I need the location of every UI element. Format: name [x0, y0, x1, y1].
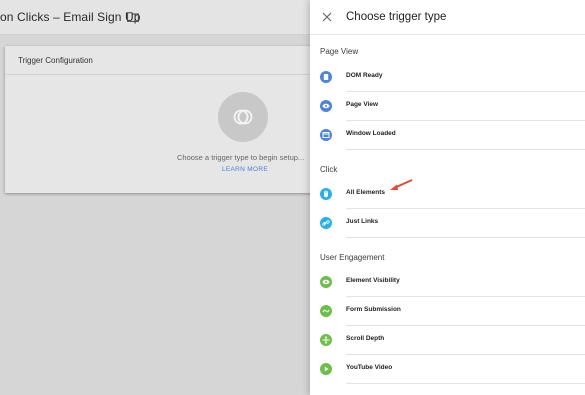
folder-icon[interactable] [127, 12, 139, 22]
trigger-configuration-card[interactable]: Trigger Configuration Choose a trigger t… [5, 46, 325, 193]
trigger-item-label: Page View [346, 101, 379, 108]
trigger-item-label: Scroll Depth [346, 335, 385, 342]
panel-title: Choose trigger type [346, 11, 447, 23]
card-divider [5, 74, 325, 75]
window-icon [320, 129, 332, 141]
trigger-item-all-elements[interactable]: All Elements [310, 180, 585, 209]
link-icon [320, 217, 332, 229]
page-title: on Clicks – Email Sign Up [0, 10, 141, 24]
annotation-arrow-icon [390, 179, 413, 190]
play-icon [320, 363, 332, 375]
page-header: on Clicks – Email Sign Up [0, 0, 310, 35]
trigger-item-label: Window Loaded [346, 130, 396, 137]
trigger-item-scroll-depth[interactable]: Scroll Depth [310, 326, 585, 355]
trigger-item-label: All Elements [346, 189, 386, 196]
close-icon[interactable] [322, 12, 332, 22]
eye-icon [320, 276, 332, 288]
trigger-item-window-loaded[interactable]: Window Loaded [310, 121, 585, 150]
card-title: Trigger Configuration [18, 56, 93, 65]
trigger-item-form-submission[interactable]: Form Submission [310, 297, 585, 326]
document-icon [320, 71, 332, 83]
trigger-item-label: Form Submission [346, 306, 401, 313]
trigger-item-dom-ready[interactable]: DOM Ready [310, 63, 585, 92]
trigger-item-page-view[interactable]: Page View [310, 92, 585, 121]
section-label-user-engagement: User Engagement [320, 253, 385, 262]
trigger-item-label: Just Links [346, 218, 379, 225]
trigger-item-just-links[interactable]: Just Links [310, 209, 585, 238]
section-label-page-view: Page View [320, 47, 359, 56]
trigger-item-label: Element Visibility [346, 277, 400, 284]
form-icon [320, 305, 332, 317]
section-label-click: Click [320, 165, 338, 174]
trigger-item-label: YouTube Video [346, 364, 393, 371]
trigger-item-label: DOM Ready [346, 72, 383, 79]
choose-trigger-panel: Choose trigger type Page View DOM Ready … [310, 0, 585, 395]
mouse-icon [320, 188, 332, 200]
panel-header: Choose trigger type [310, 0, 585, 35]
trigger-item-youtube-video[interactable]: YouTube Video [310, 355, 585, 384]
trigger-type-icon [233, 109, 253, 125]
trigger-item-element-visibility[interactable]: Element Visibility [310, 268, 585, 297]
scroll-icon [320, 334, 332, 346]
choose-trigger-hint: Choose a trigger type to begin setup... [177, 153, 305, 162]
trigger-placeholder-icon[interactable] [218, 92, 268, 142]
eye-icon [320, 100, 332, 112]
learn-more-link[interactable]: LEARN MORE [222, 166, 268, 173]
